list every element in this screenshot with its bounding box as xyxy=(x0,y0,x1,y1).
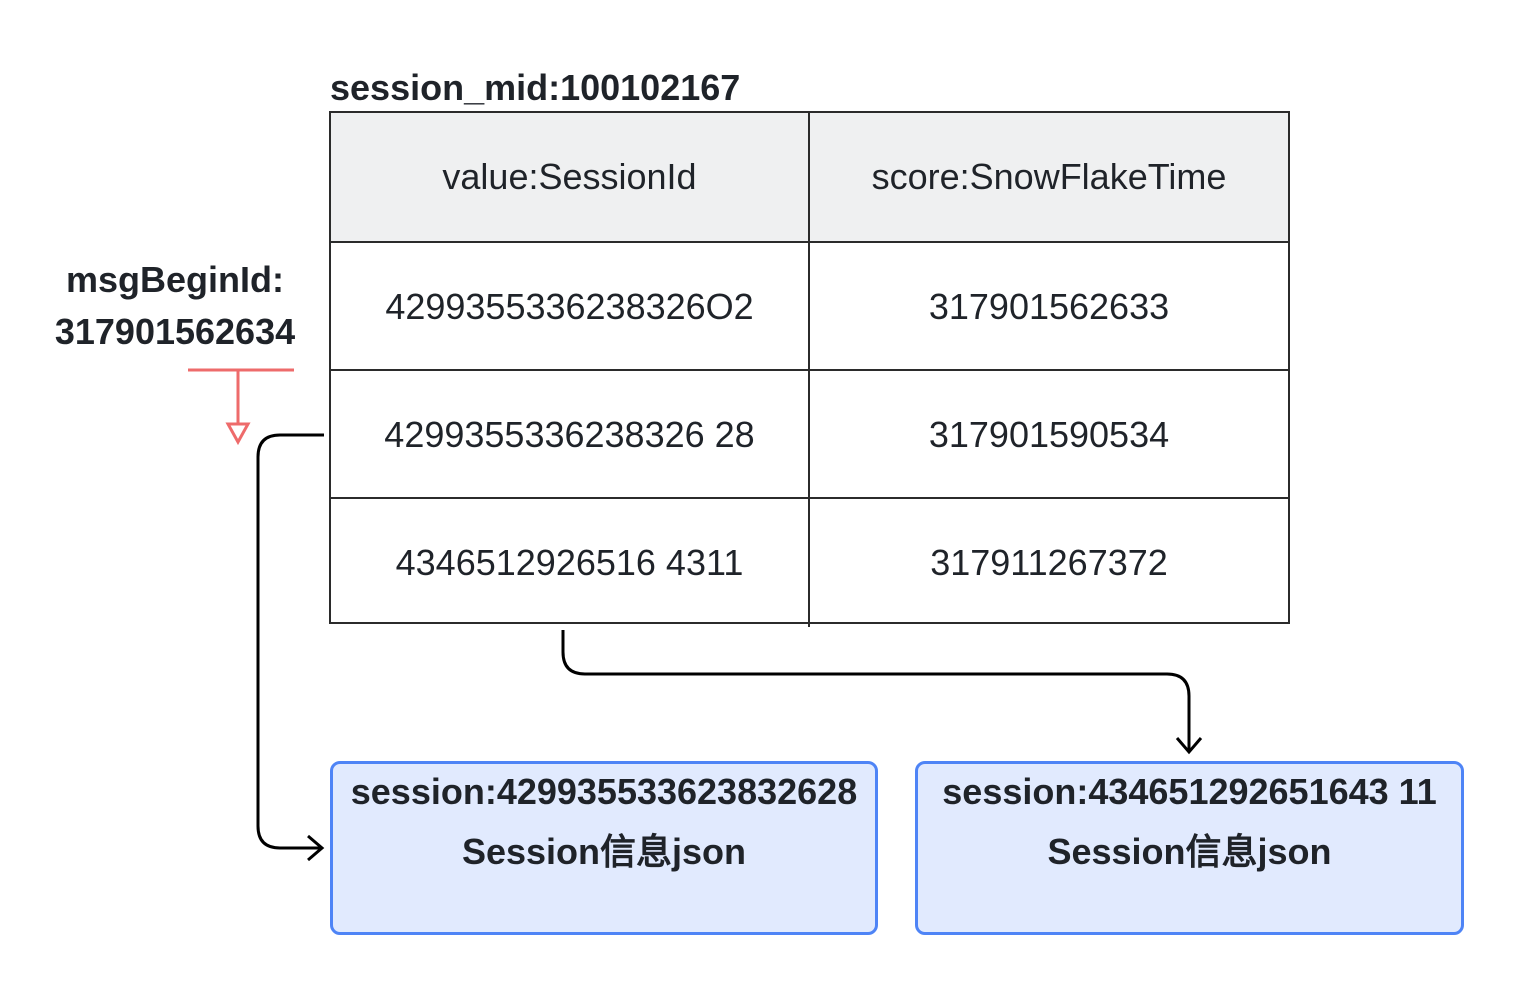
session-value: Session信息json xyxy=(1047,831,1332,872)
score-cell: 317901590534 xyxy=(928,414,1170,455)
table-header-row: value:SessionId score:SnowFlakeTime xyxy=(331,113,1288,241)
score-cell: 317911267372 xyxy=(930,542,1168,583)
sorted-set-table: value:SessionId score:SnowFlakeTime 4299… xyxy=(329,111,1290,627)
session-box-1: session:429935533623832628 Session信息json xyxy=(330,761,878,935)
score-cell: 317901562633 xyxy=(928,286,1170,327)
session-id-cell: 4346512926516 4311 xyxy=(331,499,810,627)
table-row: 4299355336238326O2 317901562633 xyxy=(331,241,1288,371)
session-key: session:429935533623832628 xyxy=(350,771,858,812)
msg-begin-marker xyxy=(188,368,294,446)
msg-begin-id-value: 317901562634 xyxy=(54,311,296,352)
session-id-cell: 4299355336238326 28 xyxy=(331,371,810,499)
connector-row2-to-box1 xyxy=(256,433,325,862)
table-row: 4346512926516 4311 317911267372 xyxy=(331,497,1288,627)
connector-path xyxy=(256,433,324,850)
connector-path xyxy=(561,630,1191,752)
header-value-cell: value:SessionId xyxy=(331,113,810,241)
session-box-2: session:434651292651643 11 Session信息json xyxy=(915,761,1464,935)
arrow-down-icon xyxy=(1175,737,1203,755)
msg-begin-id-label: msgBeginId: 317901562634 xyxy=(30,254,320,358)
session-id-cell: 4299355336238326O2 xyxy=(331,243,810,371)
session-value: Session信息json xyxy=(461,831,747,872)
connector-row3-to-box2 xyxy=(561,630,1203,755)
table-title: session_mid:100102167 xyxy=(330,67,741,108)
header-score-cell: score:SnowFlakeTime xyxy=(871,156,1227,197)
marker-arrow-icon xyxy=(225,422,251,446)
session-key: session:434651292651643 11 xyxy=(942,771,1437,812)
msg-begin-id-key: msgBeginId: xyxy=(65,259,284,300)
table-row: 4299355336238326 28 317901590534 xyxy=(331,369,1288,499)
arrow-right-icon xyxy=(307,834,325,862)
